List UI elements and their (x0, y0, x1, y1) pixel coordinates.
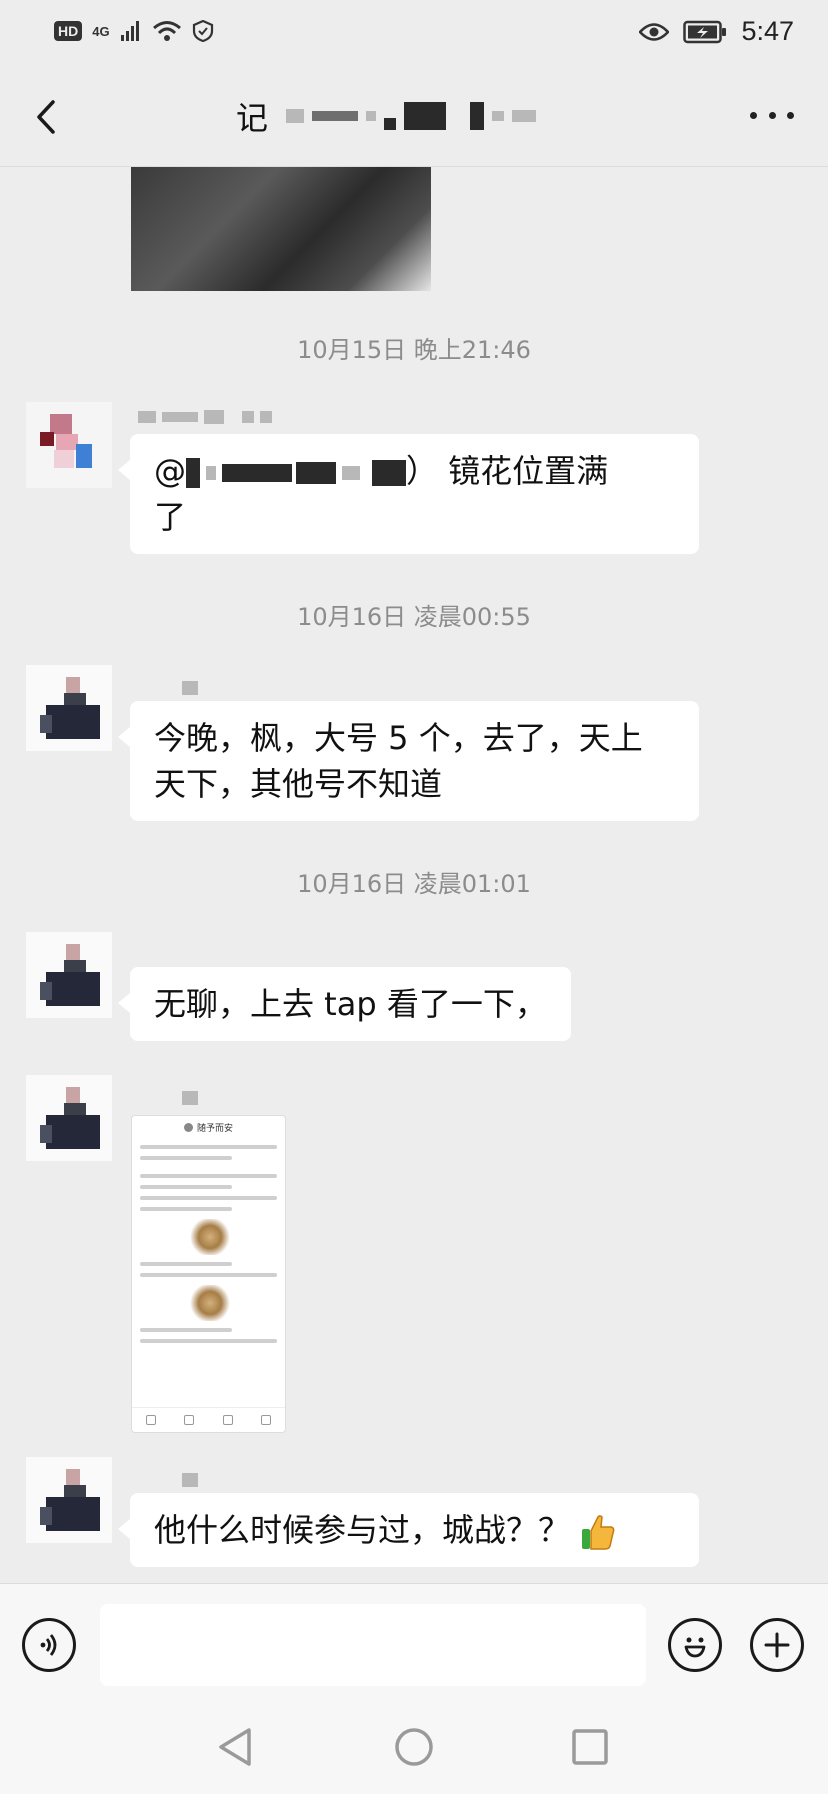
image-preview-illustration (188, 1219, 232, 1255)
message-text: 今晚，枫，大号 5 个，去了，天上 (154, 719, 643, 757)
nav-home-circle-icon[interactable] (393, 1726, 435, 1768)
avatar[interactable] (26, 1075, 112, 1161)
mention-mosaic (372, 460, 406, 486)
title-mosaic (384, 118, 397, 130)
image-preview-nav (132, 1407, 285, 1432)
mention-mosaic (342, 466, 360, 480)
message-text: 无聊，上去 tap 看了一下， (154, 985, 547, 1023)
battery-icon (683, 20, 727, 43)
wifi-icon (152, 21, 181, 41)
plus-icon[interactable] (750, 1618, 804, 1672)
mention-mosaic (296, 462, 336, 484)
avatar-image (40, 1087, 100, 1149)
sender-name-mosaic (138, 1471, 198, 1489)
timestamp: 10月16日 凌晨00:55 (297, 603, 531, 631)
nfc-shield-icon (192, 20, 213, 42)
message-bubble[interactable]: 今晚，枫，大号 5 个，去了，天上 天下，其他号不知道 (118, 701, 699, 821)
nav-recents-square-icon[interactable] (570, 1727, 610, 1767)
avatar[interactable] (26, 1457, 112, 1543)
mention-mosaic (222, 464, 292, 482)
avatar[interactable] (26, 665, 112, 751)
chat-title: 记 (236, 96, 537, 137)
mention-prefix: @ (154, 452, 186, 490)
message-text: ） 镜花位置满 (406, 452, 609, 490)
title-mosaic (492, 111, 505, 121)
sender-name-mosaic (138, 679, 198, 697)
status-right: 5:47 (639, 16, 794, 47)
eye-comfort-icon (639, 22, 670, 41)
sender-name-mosaic (138, 1089, 198, 1107)
status-bar: HD 4G 5:47 (0, 0, 828, 70)
image-preview-illustration (188, 1285, 232, 1321)
image-message[interactable]: 随予而安 (131, 1115, 286, 1433)
hd-badge: HD (54, 21, 83, 41)
title-mosaic (312, 111, 359, 121)
avatar[interactable] (26, 402, 112, 488)
image-preview-title: 随予而安 (196, 1123, 233, 1134)
mention-mosaic (206, 466, 216, 480)
message-bubble[interactable]: @ ） 镜花位置满了 (118, 434, 699, 554)
message-bubble[interactable]: 无聊，上去 tap 看了一下， (118, 967, 571, 1041)
message-text-line2: 天下，其他号不知道 (154, 765, 443, 803)
more-dots-icon[interactable] (750, 100, 794, 130)
avatar-image (40, 1469, 100, 1531)
message-text: 他什么时候参与过，城战？？ (154, 1511, 571, 1549)
emoji-icon[interactable] (668, 1618, 722, 1672)
network-type: 4G (92, 23, 110, 39)
clock: 5:47 (741, 16, 794, 46)
sender-name-mosaic (138, 408, 272, 426)
input-bar (0, 1583, 828, 1709)
mention-mosaic (186, 458, 200, 488)
avatar-image (40, 414, 92, 468)
title-mosaic (512, 110, 537, 122)
system-navigation-bar (0, 1708, 828, 1794)
title-mosaic (366, 111, 377, 121)
status-left: HD 4G (54, 20, 214, 42)
message-bubble[interactable]: 他什么时候参与过，城战？？ (118, 1493, 699, 1567)
signal-icon (120, 21, 139, 41)
title-mosaic (404, 102, 447, 130)
avatar-image (40, 677, 100, 739)
image-preview-header: 随予而安 (132, 1116, 285, 1138)
message-text-line2: 了 (154, 498, 187, 536)
chat-message-list[interactable]: 10月15日 晚上21:46 @ ） 镜花位置满了 10月16日 凌晨00:55 (0, 167, 828, 1583)
avatar-image (40, 944, 100, 1006)
chat-title-first-char: 记 (236, 99, 269, 137)
photo-message-partial[interactable] (131, 167, 431, 291)
timestamp: 10月16日 凌晨01:01 (297, 870, 531, 898)
back-arrow-icon[interactable] (22, 92, 72, 142)
voice-icon[interactable] (22, 1618, 76, 1672)
title-mosaic (470, 102, 485, 130)
timestamp: 10月15日 晚上21:46 (297, 336, 531, 364)
nav-back-triangle-icon[interactable] (216, 1726, 256, 1768)
message-input[interactable] (100, 1604, 646, 1686)
title-mosaic (286, 109, 305, 123)
thumbs-up-emoji-icon (582, 1515, 615, 1550)
avatar[interactable] (26, 932, 112, 1018)
chat-header: 记 (0, 70, 828, 167)
